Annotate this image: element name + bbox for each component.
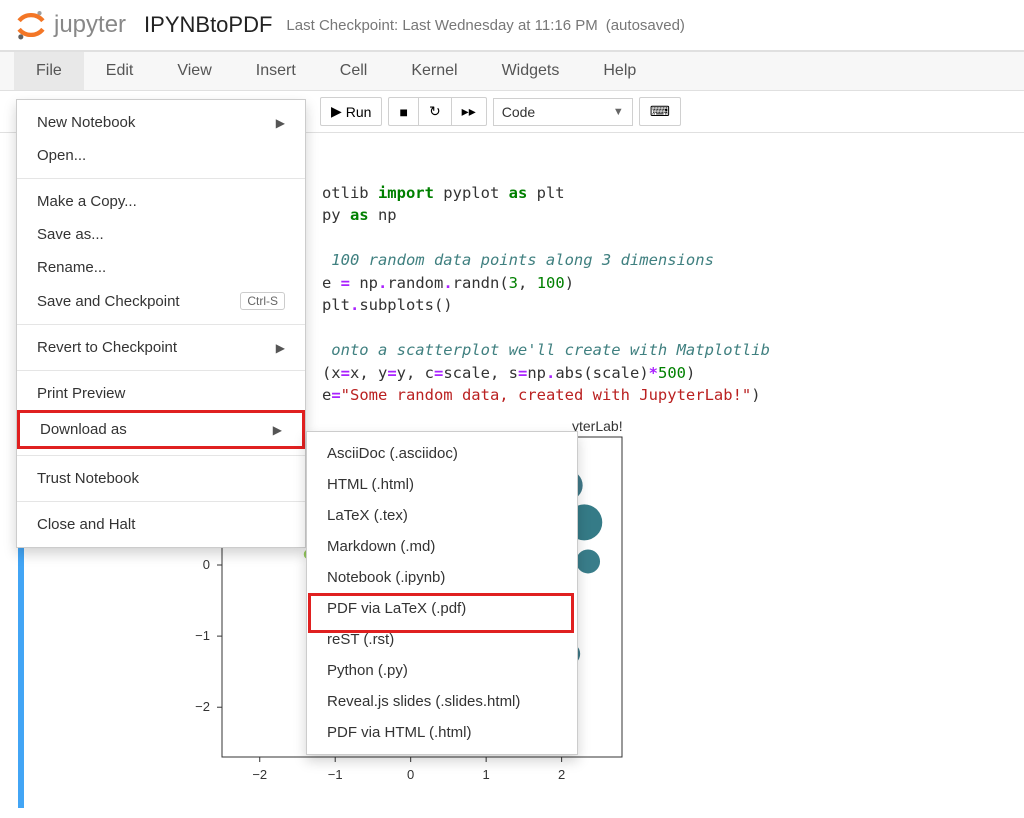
menu-make-copy[interactable]: Make a Copy...	[17, 185, 305, 218]
menu-print-preview[interactable]: Print Preview	[17, 377, 305, 410]
menu-new-notebook[interactable]: New Notebook ▶	[17, 106, 305, 139]
download-asciidoc[interactable]: AsciiDoc (.asciidoc)	[307, 438, 577, 469]
menu-rename[interactable]: Rename...	[17, 251, 305, 284]
kbd-shortcut: Ctrl-S	[240, 292, 285, 310]
restart-run-all-button[interactable]: ▸▸	[451, 97, 487, 126]
download-markdown[interactable]: Markdown (.md)	[307, 531, 577, 562]
run-button[interactable]: ▶ Run	[320, 97, 382, 126]
menu-open[interactable]: Open...	[17, 139, 305, 172]
menu-save-as[interactable]: Save as...	[17, 218, 305, 251]
svg-text:−1: −1	[328, 767, 343, 782]
command-palette-button[interactable]: ⌨	[639, 97, 681, 126]
menu-trust-notebook[interactable]: Trust Notebook	[17, 462, 305, 495]
menu-help[interactable]: Help	[581, 52, 658, 90]
submenu-arrow-icon: ▶	[276, 116, 285, 130]
svg-text:−2: −2	[195, 699, 210, 714]
menu-save-checkpoint[interactable]: Save and Checkpoint Ctrl-S	[17, 284, 305, 318]
submenu-arrow-icon: ▶	[273, 423, 282, 437]
download-html[interactable]: HTML (.html)	[307, 469, 577, 500]
svg-text:1: 1	[483, 767, 490, 782]
menu-edit[interactable]: Edit	[84, 52, 156, 90]
keyboard-icon: ⌨	[650, 103, 670, 120]
menubar: File Edit View Insert Cell Kernel Widget…	[0, 51, 1024, 91]
menu-separator	[17, 178, 305, 179]
play-icon: ▶	[331, 103, 342, 120]
download-pdf-html[interactable]: PDF via HTML (.html)	[307, 717, 577, 748]
download-as-submenu: AsciiDoc (.asciidoc) HTML (.html) LaTeX …	[306, 431, 578, 755]
stop-icon: ■	[399, 104, 407, 120]
menu-download-as[interactable]: Download as ▶	[17, 410, 305, 449]
menu-separator	[17, 501, 305, 502]
menu-close-halt[interactable]: Close and Halt	[17, 508, 305, 541]
menu-revert[interactable]: Revert to Checkpoint ▶	[17, 331, 305, 364]
download-notebook[interactable]: Notebook (.ipynb)	[307, 562, 577, 593]
notebook-title[interactable]: IPYNBtoPDF	[144, 12, 272, 38]
download-rest[interactable]: reST (.rst)	[307, 624, 577, 655]
svg-text:−2: −2	[252, 767, 267, 782]
menu-separator	[17, 324, 305, 325]
download-revealjs[interactable]: Reveal.js slides (.slides.html)	[307, 686, 577, 717]
menu-kernel[interactable]: Kernel	[389, 52, 479, 90]
brand-text: jupyter	[54, 11, 126, 39]
interrupt-button[interactable]: ■	[388, 97, 418, 126]
restart-button[interactable]: ↻	[418, 97, 452, 126]
svg-text:2: 2	[558, 767, 565, 782]
download-latex[interactable]: LaTeX (.tex)	[307, 500, 577, 531]
menu-view[interactable]: View	[155, 52, 233, 90]
menu-insert[interactable]: Insert	[234, 52, 318, 90]
download-pdf-latex[interactable]: PDF via LaTeX (.pdf)	[307, 593, 577, 624]
autosave-text: (autosaved)	[606, 17, 685, 34]
jupyter-logo-icon	[14, 8, 48, 42]
svg-text:−1: −1	[195, 628, 210, 643]
checkpoint-text: Last Checkpoint: Last Wednesday at 11:16…	[286, 17, 597, 34]
cell-type-select[interactable]: Code ▼	[493, 98, 633, 126]
submenu-arrow-icon: ▶	[276, 341, 285, 355]
svg-text:0: 0	[203, 557, 210, 572]
fast-forward-icon: ▸▸	[462, 103, 476, 120]
svg-text:yterLab!: yterLab!	[572, 418, 623, 434]
download-python[interactable]: Python (.py)	[307, 655, 577, 686]
menu-separator	[17, 455, 305, 456]
header: jupyter IPYNBtoPDF Last Checkpoint: Last…	[0, 0, 1024, 51]
menu-cell[interactable]: Cell	[318, 52, 390, 90]
chevron-down-icon: ▼	[613, 106, 624, 118]
menu-file[interactable]: File	[14, 52, 84, 90]
refresh-icon: ↻	[429, 103, 441, 120]
file-dropdown-menu: New Notebook ▶ Open... Make a Copy... Sa…	[16, 99, 306, 548]
menu-widgets[interactable]: Widgets	[480, 52, 582, 90]
svg-text:0: 0	[407, 767, 414, 782]
menu-separator	[17, 370, 305, 371]
